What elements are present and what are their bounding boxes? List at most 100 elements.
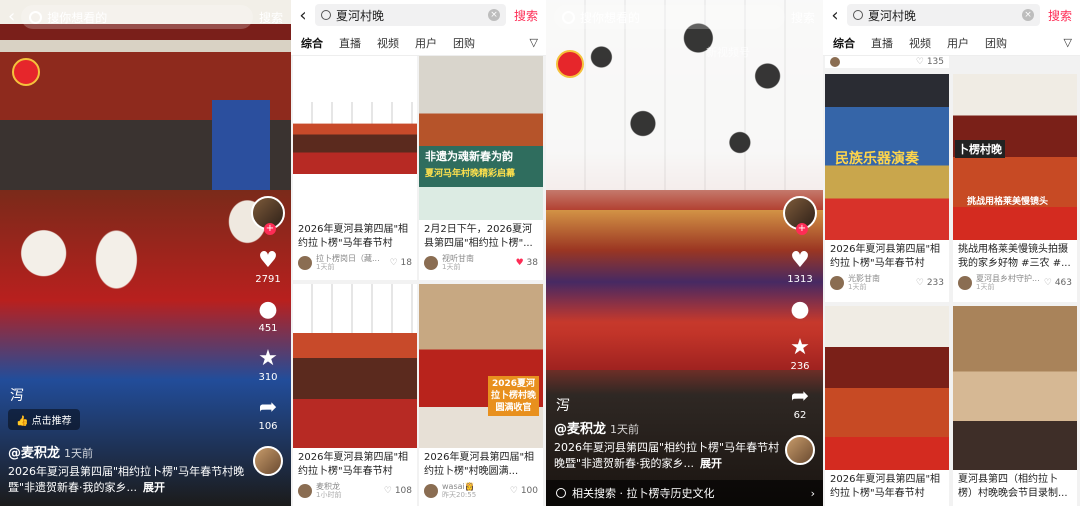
recommend-label: 点击推荐: [31, 416, 72, 427]
author-name[interactable]: @麦积龙: [554, 422, 606, 437]
heart-icon[interactable]: ♥: [516, 258, 524, 268]
search-icon: [853, 10, 863, 20]
card-author[interactable]: wasai👸: [442, 482, 475, 491]
share-arrow-icon[interactable]: ➦: [255, 397, 281, 419]
card-date: 1天前: [848, 283, 867, 291]
tab-users[interactable]: 用户: [947, 35, 969, 51]
result-grid: 2026年夏河县第四届"相约拉卜楞"马年春节村晚... 拉卜楞岗日（藏...1天…: [291, 56, 546, 506]
follow-plus-icon[interactable]: +: [796, 223, 808, 235]
search-input[interactable]: 搜你想看的: [554, 5, 785, 29]
like-count: 1313: [787, 274, 813, 285]
card-author[interactable]: 麦积龙: [316, 482, 340, 491]
share-count: 62: [793, 410, 807, 421]
share-arrow-icon[interactable]: ➦: [787, 386, 813, 408]
search-button[interactable]: 搜索: [259, 9, 283, 26]
tab-group-buy[interactable]: 团购: [453, 35, 475, 51]
card-date: 1小时前: [316, 491, 342, 499]
side-glyph: 泻: [556, 398, 570, 414]
result-card[interactable]: 夏河县第四（相约拉卜楞）村晚晚会节目录制...: [953, 306, 1077, 506]
favorite-star-icon[interactable]: ★: [787, 337, 813, 359]
like-heart-icon[interactable]: ♥: [255, 250, 281, 272]
favorite-count: 236: [790, 361, 810, 372]
tab-group-buy[interactable]: 团购: [985, 35, 1007, 51]
search-icon: [321, 10, 331, 20]
share-count: 106: [258, 421, 278, 432]
tab-live[interactable]: 直播: [339, 35, 361, 51]
red-envelope-icon[interactable]: [12, 58, 40, 86]
video-top-bar: ‹ 搜你想看的 搜索: [0, 0, 291, 34]
related-search-bar[interactable]: 相关搜索 · 拉卜楞寺历史文化 ›: [546, 480, 823, 506]
tab-users[interactable]: 用户: [415, 35, 437, 51]
like-heart-icon[interactable]: ♥: [787, 250, 813, 272]
search-query: 夏河村晚: [336, 8, 385, 23]
author-avatar[interactable]: +: [251, 196, 285, 235]
video-top-bar: 搜你想看的 搜索: [546, 0, 823, 34]
back-icon[interactable]: ‹: [827, 5, 843, 26]
search-icon: [556, 488, 566, 498]
author-avatar[interactable]: +: [783, 196, 817, 235]
heart-icon[interactable]: ♡: [1044, 278, 1052, 288]
search-icon: [29, 10, 43, 24]
search-input[interactable]: 夏河村晚 ×: [315, 4, 506, 26]
author-avatar: [424, 256, 438, 270]
search-button[interactable]: 搜索: [791, 9, 815, 26]
favorite-star-icon[interactable]: ★: [255, 348, 281, 370]
red-envelope-icon[interactable]: [556, 50, 584, 78]
card-likes: 108: [394, 486, 412, 496]
search-input[interactable]: 夏河村晚 ×: [847, 4, 1040, 26]
post-time: 1天前: [64, 447, 94, 460]
search-input[interactable]: 搜你想看的: [21, 5, 253, 29]
comment-icon[interactable]: ●: [255, 299, 281, 321]
clear-icon[interactable]: ×: [1021, 9, 1034, 21]
search-button[interactable]: 搜索: [510, 7, 542, 24]
result-card[interactable]: 2026年夏河县第四届"相约拉卜楞"马年春节村晚... 麦积龙1小时前 ♡ 10…: [293, 284, 417, 506]
card-title: 夏河县第四（相约拉卜楞）村晚晚会节目录制...: [958, 474, 1068, 499]
tab-all[interactable]: 综合: [301, 35, 323, 51]
heart-icon[interactable]: ♡: [390, 258, 398, 268]
thumb-line-1: 2026夏河: [491, 379, 536, 389]
card-likes: 463: [1054, 278, 1072, 288]
card-thumbnail: 民族乐器演奏: [825, 74, 949, 240]
author-name[interactable]: @麦积龙: [8, 446, 60, 461]
music-disc-icon[interactable]: [253, 446, 283, 476]
card-author[interactable]: 拉卜楞岗日（藏...: [316, 254, 380, 263]
card-meta: 夏河县乡村守护... 1天前 ♡ 463: [953, 271, 1077, 295]
result-card[interactable]: 2026年夏河县第四届"相约拉卜楞"马年春节村晚...: [825, 306, 949, 506]
thumb-label-box: 2026夏河 拉卜楞村晚 圆满收官: [487, 376, 539, 416]
card-date: 1天前: [316, 263, 335, 271]
video-panel-2[interactable]: 搜你想看的 搜索 新视频号 + ♥ 1313 ● ★ 236 ➦ 62 泻 @麦…: [546, 0, 823, 506]
result-card[interactable]: 民族乐器演奏 2026年夏河县第四届"相约拉卜楞"马年春节村晚... 光影甘南1…: [825, 74, 949, 302]
result-card[interactable]: 2026年夏河县第四届"相约拉卜楞"马年春节村晚... 拉卜楞岗日（藏...1天…: [293, 56, 417, 280]
result-card[interactable]: 2026夏河 拉卜楞村晚 圆满收官 2026年夏河县第四届"相约拉卜楞"村晚圆满…: [419, 284, 543, 506]
heart-icon[interactable]: ♡: [916, 57, 924, 67]
expand-button[interactable]: 展开: [143, 481, 165, 494]
card-title: 2026年夏河县第四届"相约拉卜楞"马年春节村晚...: [298, 452, 409, 477]
tab-video[interactable]: 视频: [909, 35, 931, 51]
card-title: 2026年夏河县第四届"相约拉卜楞"村晚圆满...: [424, 452, 535, 477]
filter-icon[interactable]: ▽: [1064, 36, 1072, 49]
tab-video[interactable]: 视频: [377, 35, 399, 51]
card-thumbnail: [293, 56, 417, 220]
filter-icon[interactable]: ▽: [530, 36, 538, 49]
recommend-button[interactable]: 👍 点击推荐: [8, 409, 80, 430]
heart-icon[interactable]: ♡: [510, 486, 518, 496]
follow-plus-icon[interactable]: +: [264, 223, 276, 235]
tab-live[interactable]: 直播: [871, 35, 893, 51]
card-title: 2026年夏河县第四届"相约拉卜楞"马年春节村晚...: [830, 474, 941, 499]
music-disc-icon[interactable]: [785, 435, 815, 465]
back-icon[interactable]: ‹: [295, 5, 311, 26]
heart-icon[interactable]: ♡: [916, 278, 924, 288]
heart-icon[interactable]: ♡: [384, 486, 392, 496]
clear-icon[interactable]: ×: [487, 9, 500, 21]
comment-icon[interactable]: ●: [787, 299, 813, 321]
video-panel-1[interactable]: ‹ 搜你想看的 搜索 + ♥ 2791 ● 451 ★ 310 ➦ 106 泻 …: [0, 0, 291, 506]
expand-button[interactable]: 展开: [700, 457, 722, 470]
back-icon[interactable]: ‹: [8, 8, 15, 26]
card-author[interactable]: 夏河县乡村守护...: [976, 274, 1040, 283]
result-card[interactable]: 卜楞村晚 挑战用格莱美慢镜头 挑战用格莱美慢镜头拍摄我的家乡好物 #三农 #..…: [953, 74, 1077, 302]
result-card[interactable]: 非遗为魂新春为韵 夏河马年村晚精彩启幕 2月2日下午，2026夏河县第四届"相约…: [419, 56, 543, 280]
card-author[interactable]: 视听甘南: [442, 254, 474, 263]
card-author[interactable]: 光影甘南: [848, 274, 880, 283]
search-button[interactable]: 搜索: [1044, 7, 1076, 24]
tab-all[interactable]: 综合: [833, 35, 855, 51]
